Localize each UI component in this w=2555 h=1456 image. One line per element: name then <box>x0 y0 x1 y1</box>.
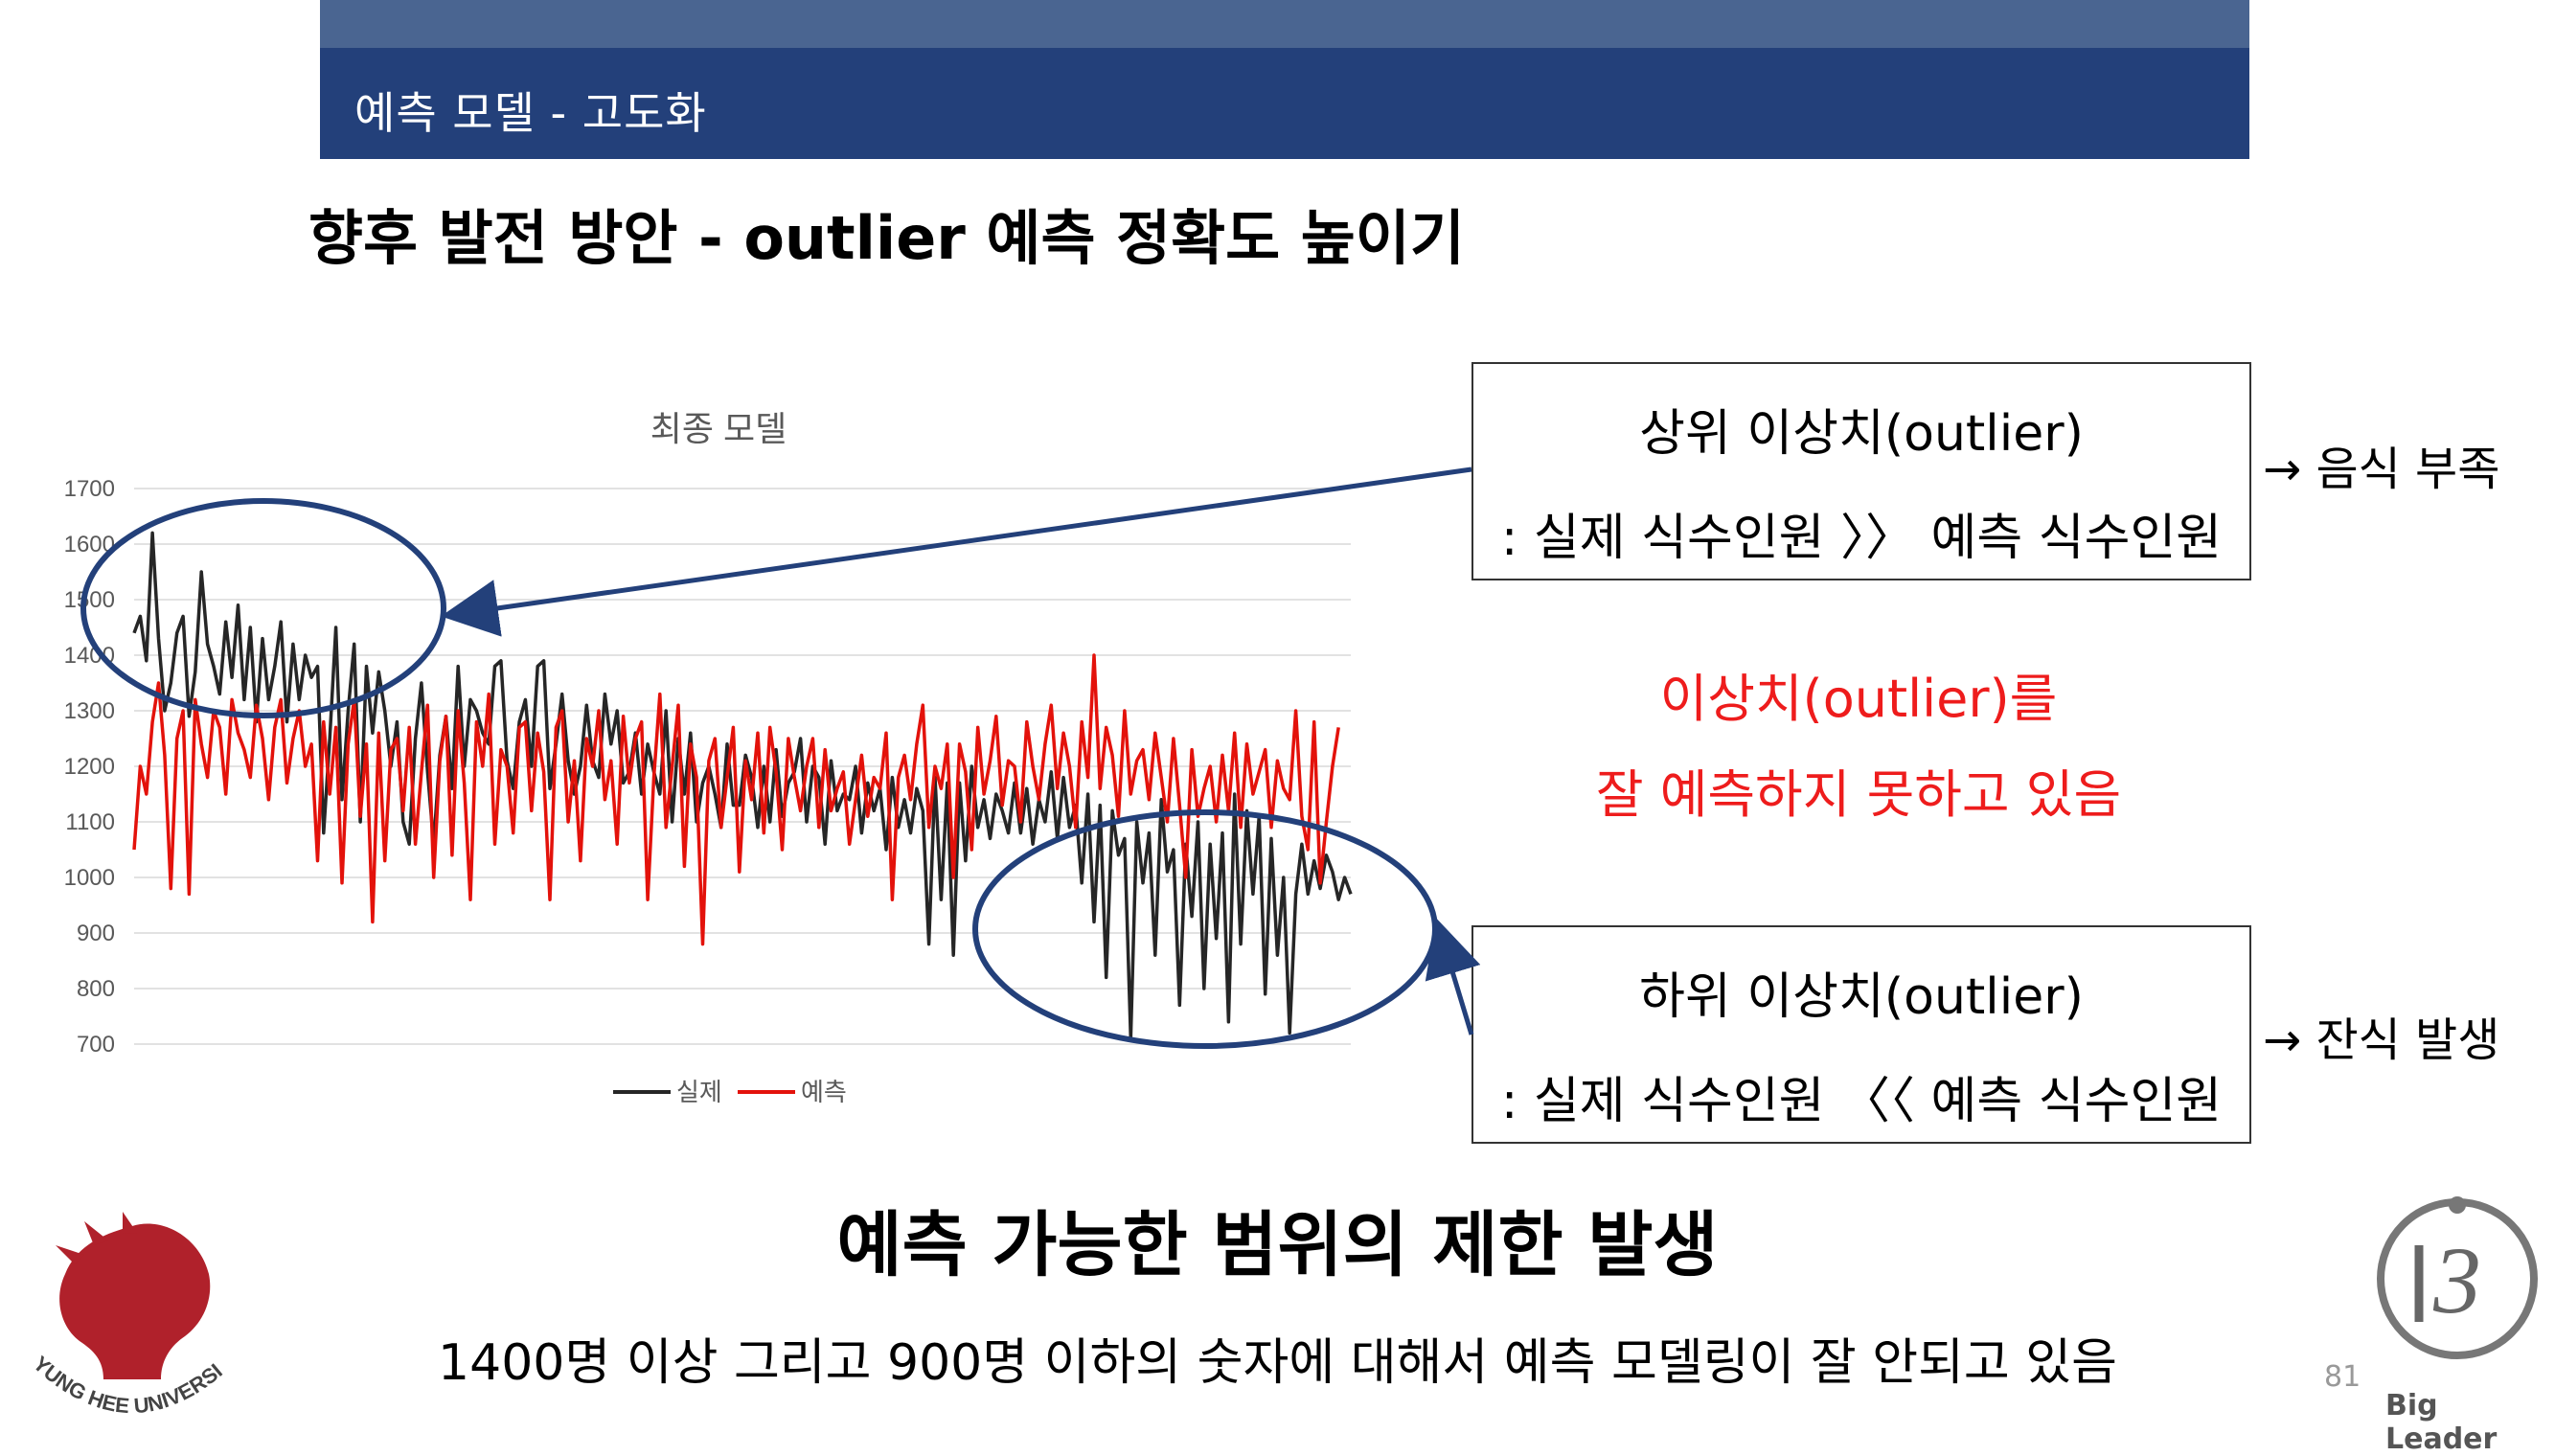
y-tick-label: 1000 <box>64 865 115 891</box>
y-tick-label: 1100 <box>65 809 115 835</box>
red-note: 이상치(outlier)를 잘 예측하지 못하고 있음 <box>1504 651 2213 843</box>
university-logo: KYUNG HEE UNIVERSITY <box>17 1207 227 1418</box>
upper-outlier-desc: : 실제 식수인원 〉〉 예측 식수인원 <box>1500 510 2223 567</box>
big-leader-label: Big Leader <box>2385 1389 2498 1456</box>
slide-subtitle: 향후 발전 방안 - outlier 예측 정확도 높이기 <box>308 203 1465 273</box>
lion-emblem <box>56 1212 211 1379</box>
lower-arrow <box>1425 918 1481 1035</box>
y-tick-label: 1300 <box>64 698 115 724</box>
lower-outlier-title: 하위 이상치(outlier) <box>1639 968 2084 1026</box>
y-tick-label: 700 <box>77 1032 115 1058</box>
header-title: 예측 모델 - 고도화 <box>354 87 707 139</box>
y-tick-label: 1600 <box>64 532 115 557</box>
upper-outlier-title: 상위 이상치(outlier) <box>1639 405 2084 463</box>
line-chart: 최종 모델 1700 1600 1500 1400 1300 1200 1100 1000 90… <box>38 393 1418 1140</box>
legend-label: 예측 <box>801 1078 847 1106</box>
series-line-실제 <box>132 531 1353 1040</box>
y-tick-label: 800 <box>77 976 115 1002</box>
legend-label: 실제 <box>676 1078 722 1106</box>
lower-outlier-box: 하위 이상치(outlier) : 실제 식수인원 〈〈 예측 식수인원 <box>1471 925 2251 1144</box>
conclusion-detail: 1400명 이상 그리고 900명 이하의 숫자에 대해서 예측 모델링이 잘 … <box>438 1334 2117 1392</box>
chart-title: 최종 모델 <box>650 409 787 448</box>
lower-outlier-desc: : 실제 식수인원 〈〈 예측 식수인원 <box>1500 1073 2223 1130</box>
upper-note: → 음식 부족 <box>2263 443 2500 496</box>
y-tick-label: 1700 <box>64 476 115 502</box>
y-tick-label: 1200 <box>64 754 115 780</box>
page-number: 81 <box>2324 1360 2361 1394</box>
lower-note: → 잔식 발생 <box>2263 1013 2500 1067</box>
svg-text:3: 3 <box>2432 1227 2481 1333</box>
red-note-line2: 잘 예측하지 못하고 있음 <box>1595 764 2122 825</box>
header-strip <box>320 0 2249 48</box>
y-tick-label: 1500 <box>64 587 115 613</box>
y-tick-label: 1400 <box>64 643 115 669</box>
chart-svg: 최종 모델 1700 1600 1500 1400 1300 1200 1100 1000 90… <box>64 409 1353 1106</box>
red-note-line1: 이상치(outlier)를 <box>1659 669 2058 729</box>
conclusion-heading: 예측 가능한 범위의 제한 발생 <box>836 1204 1719 1286</box>
upper-outlier-box: 상위 이상치(outlier) : 실제 식수인원 〉〉 예측 식수인원 <box>1471 362 2251 580</box>
y-tick-label: 900 <box>77 921 115 946</box>
header-bar: 예측 모델 - 고도화 <box>320 0 2249 159</box>
